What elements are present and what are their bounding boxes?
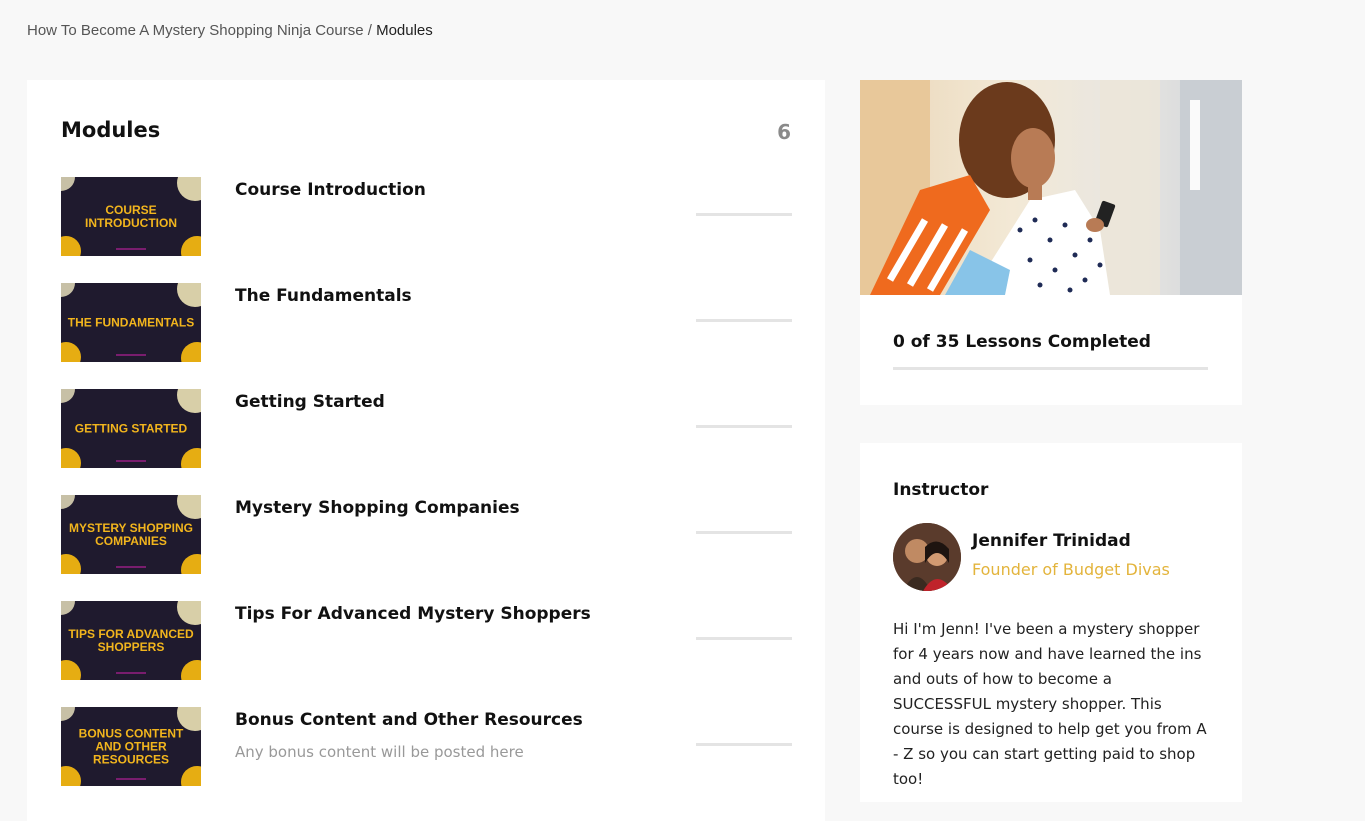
modules-card: Modules 6 COURSE INTRODUCTION Course Int… [27, 80, 825, 821]
module-title[interactable]: Tips For Advanced Mystery Shoppers [235, 604, 591, 624]
course-progress-card: 0 of 35 Lessons Completed [860, 80, 1242, 405]
module-thumbnail[interactable]: THE FUNDAMENTALS [61, 283, 201, 362]
lessons-completed-label: 0 of 35 Lessons Completed [893, 332, 1151, 352]
module-item[interactable]: TIPS FOR ADVANCED SHOPPERS Tips For Adva… [61, 601, 792, 681]
module-progress-bar [696, 743, 792, 746]
avatar [893, 523, 961, 591]
module-progress-bar [696, 319, 792, 322]
module-thumbnail-text: GETTING STARTED [74, 421, 188, 435]
module-item[interactable]: GETTING STARTED Getting Started [61, 389, 792, 469]
module-progress-bar [696, 531, 792, 534]
module-title[interactable]: The Fundamentals [235, 286, 412, 306]
course-hero-image [860, 80, 1242, 295]
module-title[interactable]: Mystery Shopping Companies [235, 498, 520, 518]
breadcrumb: How To Become A Mystery Shopping Ninja C… [27, 22, 433, 39]
module-thumbnail-text: BONUS CONTENT AND OTHER RESOURCES [78, 726, 184, 766]
module-progress-bar [696, 637, 792, 640]
module-thumbnail[interactable]: GETTING STARTED [61, 389, 201, 468]
breadcrumb-current: Modules [376, 22, 433, 39]
instructor-bio: Hi I'm Jenn! I've been a mystery shopper… [893, 620, 1207, 788]
modules-count: 6 [777, 120, 791, 144]
module-item[interactable]: COURSE INTRODUCTION Course Introduction [61, 177, 792, 257]
breadcrumb-course-link[interactable]: How To Become A Mystery Shopping Ninja C… [27, 22, 364, 39]
module-title[interactable]: Getting Started [235, 392, 385, 412]
module-title[interactable]: Bonus Content and Other Resources [235, 710, 583, 730]
course-progress-bar [893, 367, 1208, 370]
module-progress-bar [696, 425, 792, 428]
module-title[interactable]: Course Introduction [235, 180, 426, 200]
module-thumbnail[interactable]: MYSTERY SHOPPING COMPANIES [61, 495, 201, 574]
module-thumbnail[interactable]: COURSE INTRODUCTION [61, 177, 201, 256]
module-thumbnail-text: TIPS FOR ADVANCED SHOPPERS [68, 626, 194, 654]
module-thumbnail[interactable]: BONUS CONTENT AND OTHER RESOURCES [61, 707, 201, 786]
module-subtitle: Any bonus content will be posted here [235, 743, 524, 761]
instructor-role: Founder of Budget Divas [972, 560, 1170, 579]
breadcrumb-separator: / [363, 22, 377, 39]
module-item[interactable]: BONUS CONTENT AND OTHER RESOURCES Bonus … [61, 707, 792, 787]
instructor-heading: Instructor [893, 480, 989, 500]
module-thumbnail-text: MYSTERY SHOPPING COMPANIES [68, 520, 194, 548]
instructor-name: Jennifer Trinidad [972, 531, 1131, 551]
module-progress-bar [696, 213, 792, 216]
instructor-card: Instructor Jennifer Trinidad Founder of … [860, 443, 1242, 802]
module-item[interactable]: THE FUNDAMENTALS The Fundamentals [61, 283, 792, 363]
module-thumbnail[interactable]: TIPS FOR ADVANCED SHOPPERS [61, 601, 201, 680]
module-thumbnail-text: THE FUNDAMENTALS [67, 315, 195, 329]
module-thumbnail-text: COURSE INTRODUCTION [85, 202, 177, 230]
modules-heading: Modules [61, 118, 161, 142]
module-item[interactable]: MYSTERY SHOPPING COMPANIES Mystery Shopp… [61, 495, 792, 575]
